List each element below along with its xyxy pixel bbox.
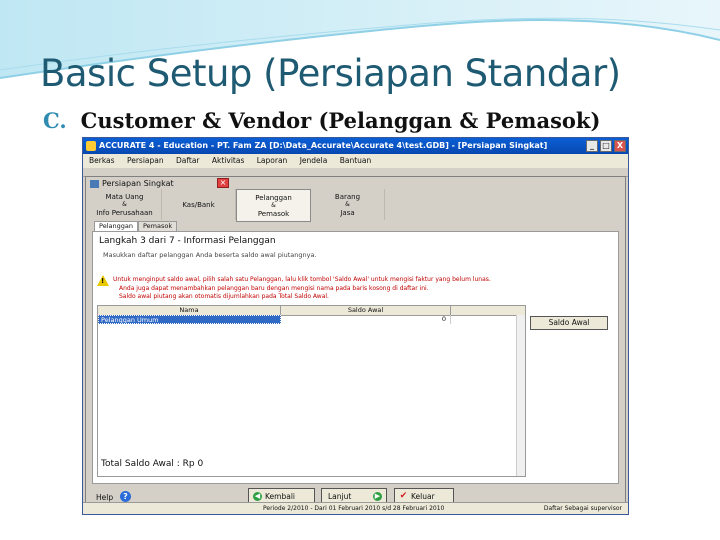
- wizard-steps: Mata Uang & Info Perusahaan Kas/Bank Pel…: [88, 189, 623, 222]
- step-label: Info Perusahaan: [96, 208, 153, 217]
- window-controls: _ □ X: [586, 140, 626, 152]
- menu-berkas[interactable]: Berkas: [89, 156, 115, 165]
- pelanggan-grid[interactable]: Nama Saldo Awal Pelanggan Umum 0: [97, 305, 526, 477]
- grid-scrollbar[interactable]: [516, 315, 525, 476]
- warning-text: Anda juga dapat menambahkan pelanggan ba…: [119, 285, 429, 292]
- menu-laporan[interactable]: Laporan: [257, 156, 288, 165]
- cell-saldo[interactable]: 0: [281, 315, 451, 324]
- child-title-text: Persiapan Singkat: [102, 179, 174, 188]
- persiapan-singkat-window: Persiapan Singkat × Mata Uang & Info Per…: [85, 176, 626, 511]
- window-icon: [90, 180, 99, 188]
- cell-nama[interactable]: Pelanggan Umum: [98, 315, 281, 324]
- table-row[interactable]: Pelanggan Umum 0: [98, 315, 525, 324]
- back-label: Kembali: [265, 492, 295, 501]
- step-label: Mata Uang: [105, 192, 144, 201]
- step-label: &: [271, 201, 276, 209]
- app-icon: [86, 141, 96, 151]
- warning-text: Saldo awal piutang akan otomatis dijumla…: [119, 293, 329, 300]
- step-label: Pemasok: [257, 209, 290, 218]
- step-mata-uang[interactable]: Mata Uang & Info Perusahaan: [88, 189, 162, 220]
- menu-persiapan[interactable]: Persiapan: [127, 156, 164, 165]
- tab-pemasok[interactable]: Pemasok: [137, 221, 178, 231]
- slide-subtitle: C. Customer & Vendor (Pelanggan & Pemasok…: [43, 108, 600, 133]
- menu-bar: Berkas Persiapan Daftar Aktivitas Lapora…: [83, 154, 628, 168]
- tab-strip: Pelanggan Pemasok: [94, 221, 178, 231]
- step-label: Pelanggan: [255, 193, 292, 202]
- warning-icon: !: [97, 275, 109, 286]
- instruction-text: Masukkan daftar pelanggan Anda beserta s…: [103, 251, 317, 259]
- column-header-saldo[interactable]: Saldo Awal: [281, 306, 451, 315]
- subtitle-letter: C.: [43, 108, 67, 133]
- menu-bantuan[interactable]: Bantuan: [340, 156, 372, 165]
- child-close-icon[interactable]: ×: [217, 178, 229, 188]
- menu-jendela[interactable]: Jendela: [300, 156, 328, 165]
- total-saldo-awal: Total Saldo Awal : Rp 0: [101, 459, 204, 469]
- accurate-app-window: ACCURATE 4 - Education - PT. Fam ZA [D:\…: [82, 137, 629, 515]
- step-label: Jasa: [340, 208, 355, 217]
- step-heading: Langkah 3 dari 7 - Informasi Pelanggan: [99, 236, 276, 246]
- help-label: Help: [96, 493, 114, 502]
- exit-label: Keluar: [411, 492, 435, 501]
- app-title: ACCURATE 4 - Education - PT. Fam ZA [D:\…: [99, 141, 548, 150]
- saldo-awal-button[interactable]: Saldo Awal: [530, 316, 608, 330]
- menu-aktivitas[interactable]: Aktivitas: [212, 156, 244, 165]
- menu-daftar[interactable]: Daftar: [176, 156, 200, 165]
- tab-pelanggan[interactable]: Pelanggan: [94, 221, 138, 231]
- status-bar: Periode 2/2010 - Dari 01 Februari 2010 s…: [83, 502, 628, 514]
- check-icon: ✔: [399, 491, 408, 501]
- arrow-left-icon: ◀: [253, 492, 262, 501]
- column-header-nama[interactable]: Nama: [98, 306, 281, 315]
- arrow-right-icon: ▶: [373, 492, 382, 501]
- step-kas-bank[interactable]: Kas/Bank: [162, 189, 236, 220]
- subtitle-text: Customer & Vendor (Pelanggan & Pemasok): [80, 108, 601, 133]
- warning-text: Untuk menginput saldo awal, pilih salah …: [113, 276, 491, 283]
- minimize-button[interactable]: _: [586, 140, 598, 152]
- step-barang[interactable]: Barang & Jasa: [311, 189, 385, 220]
- step-label: &: [122, 200, 127, 208]
- next-label: Lanjut: [328, 492, 352, 501]
- status-user: Daftar Sebagai supervisor: [543, 505, 622, 512]
- slide-title: Basic Setup (Persiapan Standar): [40, 52, 621, 95]
- maximize-button[interactable]: □: [600, 140, 612, 152]
- help-icon[interactable]: ?: [120, 491, 131, 502]
- step-pelanggan[interactable]: Pelanggan & Pemasok: [236, 189, 311, 222]
- step-label: Barang: [334, 192, 361, 201]
- step-label: &: [345, 200, 350, 208]
- pelanggan-panel: Langkah 3 dari 7 - Informasi Pelanggan M…: [92, 231, 619, 484]
- close-button[interactable]: X: [614, 140, 626, 152]
- step-label: Kas/Bank: [182, 200, 215, 209]
- status-period: Periode 2/2010 - Dari 01 Februari 2010 s…: [263, 505, 445, 512]
- app-titlebar: ACCURATE 4 - Education - PT. Fam ZA [D:\…: [83, 138, 628, 154]
